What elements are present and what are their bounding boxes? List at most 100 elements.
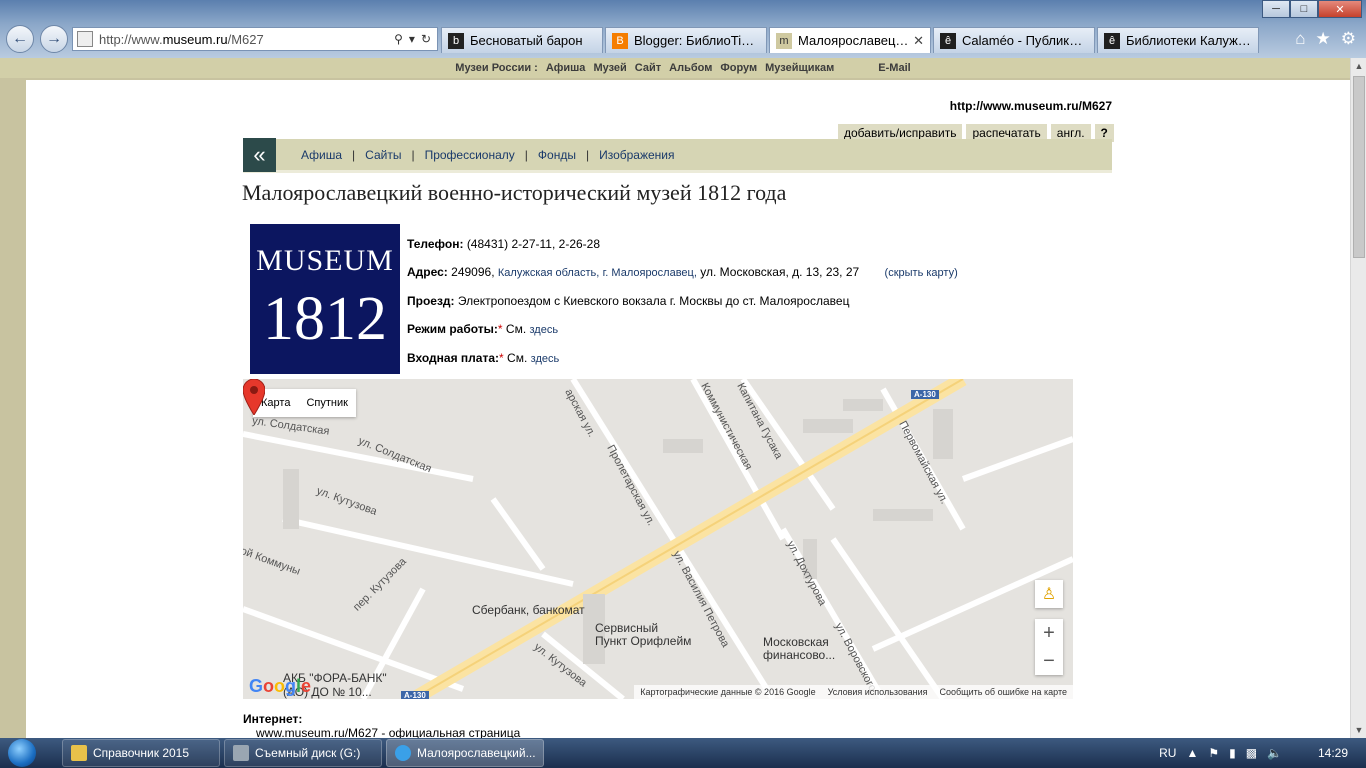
region-link[interactable]: Калужская область, xyxy=(498,267,599,279)
tab-favicon-icon: m xyxy=(776,32,792,49)
close-window-button[interactable]: ✕ xyxy=(1318,0,1362,18)
city-link[interactable]: г. Малоярославец, xyxy=(603,267,697,279)
poi-service-line2[interactable]: Пункт Орифлейм xyxy=(595,634,691,648)
hours-row: Режим работы:* См. здесь xyxy=(407,322,559,336)
terms-link[interactable]: Условия использования xyxy=(828,687,928,697)
tab-blogger[interactable]: B Blogger: БиблиоTime -... xyxy=(605,27,767,53)
top-menu-museum[interactable]: Музей xyxy=(593,62,626,74)
logo-text-museum: MUSEUM xyxy=(256,244,394,277)
nav-sites[interactable]: Сайты xyxy=(365,148,401,162)
taskbar-label: Справочник 2015 xyxy=(93,746,190,760)
zoom-in-button[interactable]: + xyxy=(1035,619,1063,647)
minimize-button[interactable]: ─ xyxy=(1262,0,1290,18)
calameo-icon: ê xyxy=(1104,32,1120,49)
report-error-link[interactable]: Сообщить об ошибке на карте xyxy=(940,687,1067,697)
map-data-credit: Картографические данные © 2016 Google xyxy=(640,687,816,697)
logo-text-year: 1812 xyxy=(263,285,387,353)
scroll-up-arrow-icon[interactable]: ▲ xyxy=(1351,58,1366,74)
tab-favicon-icon: b xyxy=(448,32,464,49)
windows-taskbar: Справочник 2015 Съемный диск (G:) Малояр… xyxy=(0,738,1366,768)
calameo-icon: ê xyxy=(940,32,956,49)
street-view-pegman-icon[interactable]: ♙ xyxy=(1035,580,1063,608)
tab-label: Библиотеки Калужско... xyxy=(1126,33,1252,48)
scroll-thumb[interactable] xyxy=(1353,76,1365,258)
favorites-star-icon[interactable]: ★ xyxy=(1316,29,1331,49)
scroll-down-arrow-icon[interactable]: ▼ xyxy=(1351,722,1366,738)
top-menu-museum-workers[interactable]: Музейщикам xyxy=(765,62,834,74)
dropdown-arrow-icon[interactable]: ▾ xyxy=(409,32,415,46)
action-center-flag-icon[interactable]: ⚑ xyxy=(1208,746,1219,760)
route-row: Проезд: Электропоездом с Киевского вокза… xyxy=(407,294,850,308)
clock[interactable]: 14:29 xyxy=(1310,746,1356,760)
top-menu-forum[interactable]: Форум xyxy=(720,62,757,74)
home-icon[interactable]: ⌂ xyxy=(1295,29,1305,49)
phone-row: Телефон: (48431) 2-27-11, 2-26-28 xyxy=(407,237,601,251)
taskbar-item-drive[interactable]: Съемный диск (G:) xyxy=(224,739,382,767)
poi-moscow-line1[interactable]: Московская xyxy=(763,635,829,649)
windows-orb-icon xyxy=(8,739,36,767)
maximize-button[interactable]: □ xyxy=(1290,0,1318,18)
tab-besnovaty[interactable]: b Бесноватый барон xyxy=(441,27,603,53)
fee-link[interactable]: здесь xyxy=(531,353,560,365)
back-button[interactable]: ← xyxy=(6,25,34,53)
address-row: Адрес: 249096, Калужская область, г. Мал… xyxy=(407,265,958,279)
tab-calameo[interactable]: ê Calaméo - Публикации xyxy=(933,27,1095,53)
address-bar[interactable]: http://www.museum.ru/M627 ⚲ ▾ ↻ xyxy=(72,27,438,51)
tab-label: Blogger: БиблиоTime -... xyxy=(634,33,760,48)
site-top-menu: Музеи России : Афиша Музей Сайт Альбом Ф… xyxy=(0,58,1366,78)
top-menu-label: Музеи России : xyxy=(455,62,538,74)
back-arrows-icon[interactable]: « xyxy=(243,137,276,172)
nav-professional[interactable]: Профессионалу xyxy=(425,148,515,162)
map-roads xyxy=(243,379,1073,699)
nav-funds[interactable]: Фонды xyxy=(538,148,576,162)
fee-row: Входная плата:* См. здесь xyxy=(407,351,560,365)
google-map[interactable]: Карта Спутник А-130 А-130 ул. Солдатская… xyxy=(243,379,1073,699)
search-icon[interactable]: ⚲ xyxy=(394,32,403,46)
folder-icon xyxy=(71,745,87,761)
top-menu-album[interactable]: Альбом xyxy=(669,62,712,74)
map-type-satellite[interactable]: Спутник xyxy=(298,389,355,417)
map-marker-icon[interactable] xyxy=(243,379,265,415)
top-menu-afisha[interactable]: Афиша xyxy=(546,62,586,74)
refresh-icon[interactable]: ↻ xyxy=(421,32,431,46)
map-type-switch: Карта Спутник xyxy=(253,389,356,417)
poi-moscow-line2[interactable]: финансово... xyxy=(763,648,835,662)
top-menu-site[interactable]: Сайт xyxy=(635,62,661,74)
address-url: http://www.museum.ru/M627 xyxy=(99,31,264,47)
museum-info: Телефон: (48431) 2-27-11, 2-26-28 Адрес:… xyxy=(407,230,958,373)
tab-biblioteki[interactable]: ê Библиотеки Калужско... xyxy=(1097,27,1259,53)
museum-logo: MUSEUM 1812 xyxy=(250,224,400,374)
official-site-link[interactable]: www.museum.ru/M627 - официальная страниц… xyxy=(256,726,520,738)
language-indicator[interactable]: RU xyxy=(1159,746,1176,760)
nav-afisha[interactable]: Афиша xyxy=(301,148,342,162)
network-signal-icon[interactable]: ▩ xyxy=(1246,746,1257,760)
hours-link[interactable]: здесь xyxy=(530,324,559,336)
internet-label: Интернет: xyxy=(243,712,303,726)
nav-images[interactable]: Изображения xyxy=(599,148,674,162)
tray-expand-icon[interactable]: ▲ xyxy=(1186,746,1198,760)
page-content: http://www.museum.ru/M627 добавить/испра… xyxy=(26,80,1350,738)
zoom-control: + − xyxy=(1035,619,1063,675)
site-url[interactable]: http://www.museum.ru/M627 xyxy=(950,99,1112,113)
museum-nav: « Афиша | Сайты | Профессионалу | Фонды | Из… xyxy=(243,137,1112,173)
settings-gear-icon[interactable]: ⚙ xyxy=(1341,29,1356,49)
vertical-scrollbar[interactable]: ▲ ▼ xyxy=(1350,58,1366,738)
close-tab-icon[interactable]: ✕ xyxy=(913,33,924,49)
highway-shield: А-130 xyxy=(401,691,429,699)
top-menu-email[interactable]: E-Mail xyxy=(878,62,910,74)
browser-chrome: ─ □ ✕ ← → http://www.museum.ru/M627 ⚲ ▾ … xyxy=(0,0,1366,58)
zoom-out-button[interactable]: − xyxy=(1035,647,1063,675)
tab-maloyaroslavets[interactable]: m Малоярославецкий... ✕ xyxy=(769,27,931,53)
forward-button[interactable]: → xyxy=(40,25,68,53)
system-tray: RU ▲ ⚑ ▮ ▩ 🔈 14:29 xyxy=(1159,738,1366,768)
poi-service-line1[interactable]: Сервисный xyxy=(595,621,658,635)
tab-strip: b Бесноватый барон B Blogger: БиблиоTime… xyxy=(441,27,1261,53)
taskbar-item-folder[interactable]: Справочник 2015 xyxy=(62,739,220,767)
start-button[interactable] xyxy=(0,738,44,768)
device-icon[interactable]: ▮ xyxy=(1229,746,1236,760)
taskbar-item-browser[interactable]: Малоярославецкий... xyxy=(386,739,544,767)
drive-icon xyxy=(233,745,249,761)
hide-map-link[interactable]: (скрыть карту) xyxy=(885,267,958,279)
volume-icon[interactable]: 🔈 xyxy=(1267,746,1282,760)
poi-sberbank[interactable]: Сбербанк, банкомат xyxy=(472,603,585,617)
